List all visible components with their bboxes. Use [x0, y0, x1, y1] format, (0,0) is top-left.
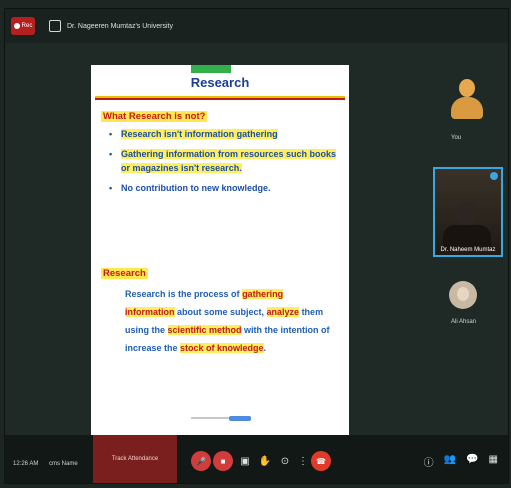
- clock: 12:26 AM: [13, 461, 39, 467]
- participants-icon[interactable]: 👥: [444, 454, 456, 469]
- avatar: [459, 79, 475, 97]
- raise-hand-icon[interactable]: ✋: [255, 451, 275, 471]
- active-speaker-name: Dr. Naheem Mumtaz: [440, 247, 496, 253]
- you-label: You: [451, 135, 462, 141]
- top-bar: Rec Dr. Nageeren Mumtaz's University: [5, 9, 508, 43]
- participant-tile-you[interactable]: You: [435, 75, 499, 155]
- chat-icon[interactable]: 💬: [466, 454, 478, 469]
- mic-icon[interactable]: 🎤: [191, 451, 211, 471]
- record-dot-icon: [13, 23, 20, 29]
- avatar-body: [451, 97, 483, 119]
- recording-indicator: Rec: [11, 17, 35, 35]
- speaking-indicator-icon: [490, 172, 498, 180]
- more-icon[interactable]: ⋮: [293, 451, 313, 471]
- camera-icon[interactable]: ■: [213, 451, 233, 471]
- meeting-title: Dr. Nageeren Mumtaz's University: [67, 22, 173, 30]
- research-heading: Research: [101, 268, 148, 279]
- info-icon[interactable]: ⓘ: [424, 454, 434, 469]
- title-underline: [95, 96, 345, 100]
- speaker-head: [455, 201, 477, 227]
- shared-slide: Research What Research is not? Research …: [91, 65, 349, 441]
- activities-icon[interactable]: ▦: [489, 454, 498, 469]
- participant-tile-active[interactable]: Dr. Naheem Mumtaz: [433, 167, 503, 257]
- bullet-item: Gathering information from resources suc…: [105, 147, 341, 175]
- user-name: cms Name: [49, 461, 78, 467]
- bullet-list: Research isn't information gathering Gat…: [105, 127, 341, 201]
- right-toolbar: ⓘ 👥 💬 ▦: [424, 454, 498, 469]
- track-attendance-button[interactable]: Track Attendance: [93, 435, 177, 483]
- ali-label: Ali Ahsan: [451, 319, 477, 325]
- reactions-icon[interactable]: ⊙: [275, 451, 295, 471]
- slide-title: Research: [190, 75, 250, 90]
- shield-icon: [49, 20, 61, 32]
- end-call-button[interactable]: ☎: [311, 451, 331, 471]
- research-definition: Research is the process of gathering inf…: [125, 289, 330, 353]
- speaker-body: [443, 225, 491, 249]
- share-icon[interactable]: ▣: [235, 451, 255, 471]
- what-not-heading: What Research is not?: [101, 111, 208, 122]
- participant-avatar-ali[interactable]: [449, 281, 477, 309]
- bottom-toolbar: 12:26 AM cms Name Track Attendance 🎤 ■ ▣…: [5, 435, 508, 483]
- slide-scroll-thumb[interactable]: [229, 416, 251, 421]
- bullet-item: Research isn't information gathering: [105, 127, 341, 141]
- slide-tab-indicator: [191, 65, 231, 73]
- meeting-window: Rec Dr. Nageeren Mumtaz's University Res…: [4, 8, 509, 484]
- bullet-item: No contribution to new knowledge.: [105, 181, 341, 195]
